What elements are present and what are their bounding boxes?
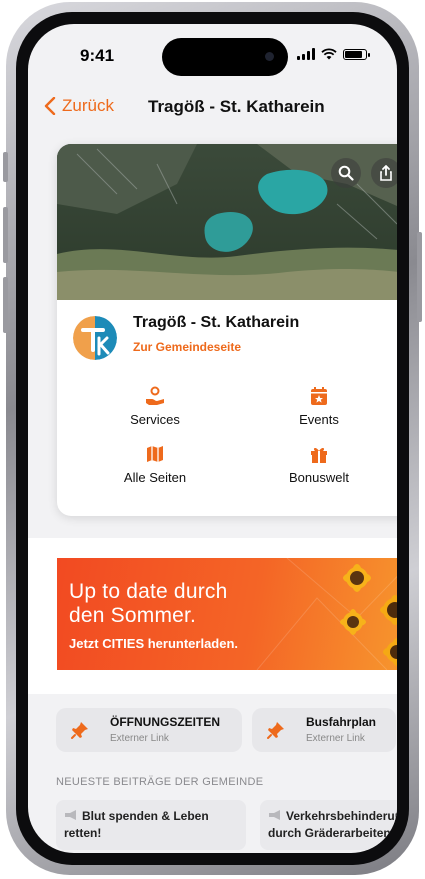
- gift-icon: [311, 447, 327, 463]
- search-button[interactable]: [331, 158, 361, 188]
- news-item-title: Verkehrsbehinderungdurch Gräderarbeiten: [268, 809, 397, 840]
- tile-label: Services: [130, 412, 180, 427]
- navigation-bar: Zurück Tragöß - St. Katharein: [28, 96, 397, 126]
- bezel: 9:41 Zurück Tragöß - St. Katharein Tragö…: [16, 12, 409, 865]
- tile-label: Bonuswelt: [289, 470, 349, 485]
- megaphone-icon: [65, 810, 76, 820]
- wifi-icon: [321, 48, 337, 60]
- share-icon: [380, 165, 392, 181]
- tile-label: Events: [299, 412, 339, 427]
- battery-icon: [343, 48, 370, 60]
- pushpin-icon: [71, 722, 88, 739]
- back-label: Zurück: [62, 96, 114, 115]
- status-bar: 9:41: [28, 24, 397, 82]
- chevron-left-icon: [44, 97, 56, 115]
- back-button[interactable]: Zurück: [44, 96, 114, 116]
- hand-gear-icon: [146, 386, 164, 405]
- signal-icon: [297, 48, 315, 60]
- quick-link-title: Busfahrplan: [306, 715, 377, 729]
- news-section-header: NEUESTE BEITRÄGE DER GEMEINDE: [56, 776, 264, 788]
- banner-cta: Jetzt CITIES herunterladen.: [69, 636, 239, 651]
- municipality-page-link[interactable]: Zur Gemeindeseite: [133, 340, 241, 354]
- tile-all-pages[interactable]: Alle Seiten: [75, 444, 235, 500]
- power-button: [417, 232, 422, 322]
- status-time: 9:41: [80, 46, 115, 65]
- news-item[interactable]: Blut spenden & Leben retten!: [56, 800, 246, 850]
- tile-services[interactable]: Services: [75, 386, 235, 442]
- tile-label: Alle Seiten: [123, 470, 187, 485]
- banner-headline-2: den Sommer.: [69, 604, 197, 627]
- camera-icon: [265, 52, 274, 61]
- tile-bonus-world[interactable]: Bonuswelt: [239, 444, 397, 500]
- tile-events[interactable]: Events: [239, 386, 397, 442]
- volume-up-button: [3, 207, 8, 263]
- action-button: [3, 152, 8, 182]
- news-item-title: Blut spenden & Leben retten!: [64, 809, 209, 840]
- dynamic-island: [162, 38, 288, 76]
- quick-link-title: ÖFFNUNGSZEITEN: [110, 715, 220, 729]
- quick-link-bus-schedule[interactable]: Busfahrplan Externer Link: [252, 708, 396, 752]
- page-title: Tragöß - St. Katharein: [148, 97, 325, 116]
- volume-down-button: [3, 277, 8, 333]
- pushpin-icon: [267, 722, 284, 739]
- share-button[interactable]: [371, 158, 397, 188]
- quick-link-subtitle: Externer Link: [306, 733, 365, 744]
- municipality-card: Tragöß - St. Katharein Zur Gemeindeseite…: [57, 144, 397, 516]
- municipality-logo: [73, 316, 117, 360]
- search-icon: [338, 165, 354, 181]
- quick-link-subtitle: Externer Link: [110, 733, 169, 744]
- map-icon: [147, 446, 163, 462]
- news-item[interactable]: Verkehrsbehinderungdurch Gräderarbeiten: [260, 800, 397, 850]
- promo-banner[interactable]: Up to date durch den Sommer. Jetzt CITIE…: [57, 558, 397, 670]
- screen: 9:41 Zurück Tragöß - St. Katharein Tragö…: [28, 24, 397, 853]
- sunflower-1: [343, 564, 371, 592]
- quick-link-opening-hours[interactable]: ÖFFNUNGSZEITEN Externer Link: [56, 708, 242, 752]
- municipality-name: Tragöß - St. Katharein: [133, 314, 300, 331]
- calendar-star-icon: [311, 387, 327, 405]
- banner-headline-1: Up to date durch: [69, 580, 228, 603]
- megaphone-icon: [269, 810, 280, 820]
- phone-frame: 9:41 Zurück Tragöß - St. Katharein Tragö…: [3, 2, 422, 875]
- status-icons: [297, 48, 370, 60]
